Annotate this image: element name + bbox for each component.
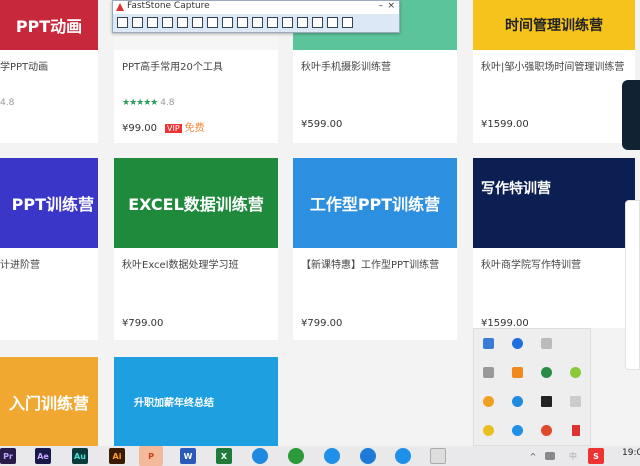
premiere-app[interactable]: Pr	[0, 448, 16, 464]
illustrator-app[interactable]: Ai	[109, 448, 125, 464]
settings-icon[interactable]	[342, 17, 353, 28]
course-title: 学PPT动画	[0, 62, 49, 73]
capture-window-icon[interactable]	[132, 17, 143, 28]
app-icon[interactable]	[324, 448, 340, 464]
course-card[interactable]: 入门训练营	[0, 357, 98, 446]
course-card[interactable]: EXCEL数据训练营 秋叶Excel数据处理学习班 ¥799.00	[114, 158, 278, 340]
after-effects-app[interactable]: Ae	[35, 448, 51, 464]
rating: ★★★★★ 4.8	[122, 98, 175, 108]
tray-app-icon[interactable]	[541, 396, 552, 407]
free-label: 免费	[184, 123, 205, 134]
chrome-icon[interactable]	[541, 425, 552, 436]
capture-fixed-region-icon[interactable]	[222, 17, 233, 28]
course-card[interactable]: 升职加薪年终总结	[114, 357, 278, 446]
course-title: 秋叶Excel数据处理学习班	[122, 260, 239, 271]
word-app[interactable]: W	[180, 448, 196, 464]
capture-scrolling-icon[interactable]	[207, 17, 218, 28]
skype-icon[interactable]	[512, 425, 523, 436]
network-icon[interactable]	[545, 452, 555, 460]
ime-icon[interactable]	[512, 367, 523, 378]
star-icons: ★★★★★	[122, 98, 158, 108]
title-bar[interactable]: FastStone Capture – ×	[113, 1, 399, 14]
rating-value: 4.8	[160, 98, 175, 108]
course-title: 秋叶商学院写作特训营	[481, 260, 581, 271]
volume-icon[interactable]	[541, 338, 552, 349]
browser-app-icon[interactable]	[252, 448, 268, 464]
course-banner: 时间管理训练营	[473, 0, 635, 50]
pdf-icon[interactable]	[282, 17, 293, 28]
audition-app[interactable]: Au	[72, 448, 88, 464]
timer-icon[interactable]	[312, 17, 323, 28]
powerpoint-app[interactable]: P	[139, 446, 163, 466]
wifi-icon[interactable]	[483, 367, 494, 378]
course-card[interactable]: 时间管理训练营 秋叶|邹小强职场时间管理训练营 ¥1599.00	[473, 0, 635, 143]
course-card[interactable]: PPT训练营 计进阶营	[0, 158, 98, 340]
ime-mode-icon[interactable]: 中	[565, 448, 581, 464]
ruler-vertical-icon[interactable]	[267, 17, 278, 28]
tray-app-icon[interactable]	[483, 396, 494, 407]
course-banner: 写作特训营	[473, 158, 635, 248]
taskbar: Pr Ae Au Ai P W X ^ 中 S 19:0	[0, 446, 640, 466]
window-title: FastStone Capture	[127, 1, 210, 11]
course-title: 秋叶|邹小强职场时间管理训练营	[481, 62, 625, 73]
faststone-capture-window[interactable]: FastStone Capture – ×	[112, 0, 400, 33]
faststone-tray-icon[interactable]	[571, 425, 580, 436]
course-banner: EXCEL数据训练营	[114, 158, 278, 248]
course-card[interactable]: 工作型PPT训练营 【新课特惠】工作型PPT训练营 ¥799.00	[293, 158, 457, 340]
course-title: 计进阶营	[0, 260, 40, 271]
capture-toolbar	[113, 14, 399, 31]
course-banner: 工作型PPT训练营	[293, 158, 457, 248]
security-shield-icon[interactable]	[541, 367, 552, 378]
course-banner: PPT训练营	[0, 158, 98, 248]
clock-time[interactable]: 19:0	[622, 448, 640, 458]
capture-fullscreen-icon[interactable]	[192, 17, 203, 28]
tray-overflow-popup	[473, 328, 591, 446]
close-button[interactable]: ×	[387, 1, 395, 11]
faststone-logo-icon	[116, 3, 124, 11]
rating-value: 4.8	[0, 98, 15, 108]
side-float-panel[interactable]	[625, 200, 640, 370]
evernote-app-icon[interactable]	[288, 448, 304, 464]
capture-rectangle-icon[interactable]	[162, 17, 173, 28]
course-card[interactable]: PPT动画 学PPT动画 4.8	[0, 0, 98, 143]
chevron-up-icon[interactable]: ^	[525, 448, 541, 464]
price: ¥1599.00	[481, 119, 529, 130]
display-app-icon[interactable]	[430, 448, 446, 464]
excel-app[interactable]: X	[216, 448, 232, 464]
vip-badge: VIP	[165, 124, 182, 133]
price: ¥799.00	[301, 318, 343, 329]
tray-app-icon[interactable]	[512, 396, 523, 407]
tray-app-icon[interactable]	[483, 425, 494, 436]
side-promo-banner[interactable]	[622, 80, 640, 150]
course-title: 秋叶手机摄影训练营	[301, 62, 391, 73]
capture-freehand-icon[interactable]	[177, 17, 188, 28]
course-title: PPT高手常用20个工具	[122, 62, 223, 73]
app-icon[interactable]	[395, 448, 411, 464]
edge-icon[interactable]	[360, 448, 376, 464]
color-picker-icon[interactable]	[327, 17, 338, 28]
open-icon[interactable]	[117, 17, 128, 28]
display-icon[interactable]	[570, 396, 581, 407]
screen-recorder-icon[interactable]	[237, 17, 248, 28]
price-row: ¥99.00 VIP 免费	[122, 119, 205, 134]
course-card[interactable]: 写作特训营 秋叶商学院写作特训营 ¥1599.00	[473, 158, 635, 329]
minimize-button[interactable]: –	[379, 1, 384, 11]
course-banner: 升职加薪年终总结	[114, 357, 278, 446]
combine-icon[interactable]	[297, 17, 308, 28]
price: ¥599.00	[301, 119, 343, 130]
ruler-icon[interactable]	[252, 17, 263, 28]
price: ¥799.00	[122, 318, 164, 329]
course-banner: 入门训练营	[0, 357, 98, 446]
course-banner: PPT动画	[0, 0, 98, 50]
tray-app-icon[interactable]	[570, 367, 581, 378]
price: ¥99.00	[122, 123, 157, 134]
course-title: 【新课特惠】工作型PPT训练营	[301, 260, 440, 271]
capture-object-icon[interactable]	[147, 17, 158, 28]
tray-app-icon[interactable]	[483, 338, 494, 349]
bluetooth-icon[interactable]	[512, 338, 523, 349]
sogou-icon[interactable]: S	[588, 448, 604, 464]
empty-slot	[570, 338, 581, 349]
